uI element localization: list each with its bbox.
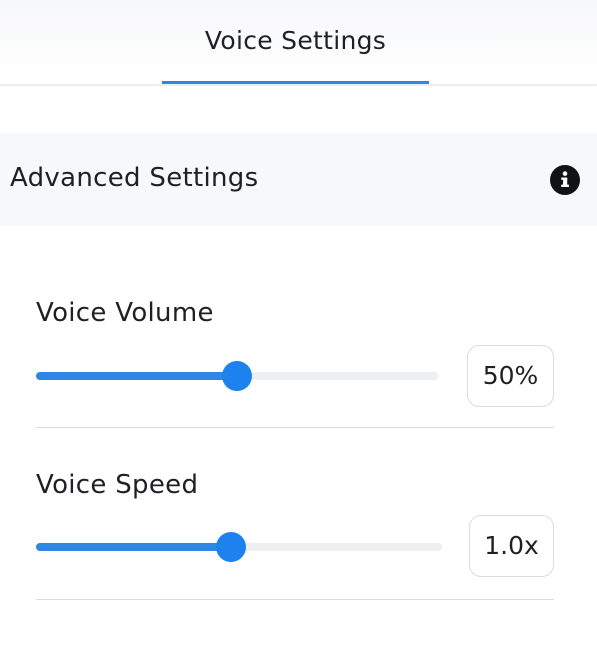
voice-volume-value[interactable]: 50% <box>467 345 554 407</box>
voice-volume-slider-thumb[interactable] <box>222 361 252 391</box>
divider <box>36 427 554 428</box>
voice-volume-slider[interactable] <box>36 361 438 391</box>
voice-speed-slider-thumb[interactable] <box>215 532 246 562</box>
voice-speed-slider-fill <box>36 543 231 551</box>
tab-bar: Voice Settings <box>0 0 597 86</box>
active-tab-indicator <box>162 81 429 84</box>
tab-voice-settings[interactable]: Voice Settings <box>162 0 429 84</box>
section-title: Advanced Settings <box>10 163 259 193</box>
tab-label: Voice Settings <box>204 26 387 55</box>
voice-volume-slider-fill <box>36 372 237 380</box>
voice-speed-slider[interactable] <box>36 532 442 562</box>
voice-volume-setting: Voice Volume 50% <box>36 296 554 428</box>
voice-speed-setting: Voice Speed 1.0x <box>36 468 554 600</box>
voice-speed-value[interactable]: 1.0x <box>469 515 554 577</box>
voice-settings-panel: Voice Settings Advanced Settings Voice V… <box>0 0 597 653</box>
voice-volume-label: Voice Volume <box>36 298 214 328</box>
divider <box>36 599 554 600</box>
info-icon[interactable] <box>550 165 580 195</box>
voice-speed-label: Voice Speed <box>36 470 199 500</box>
advanced-settings-header: Advanced Settings <box>0 133 597 226</box>
